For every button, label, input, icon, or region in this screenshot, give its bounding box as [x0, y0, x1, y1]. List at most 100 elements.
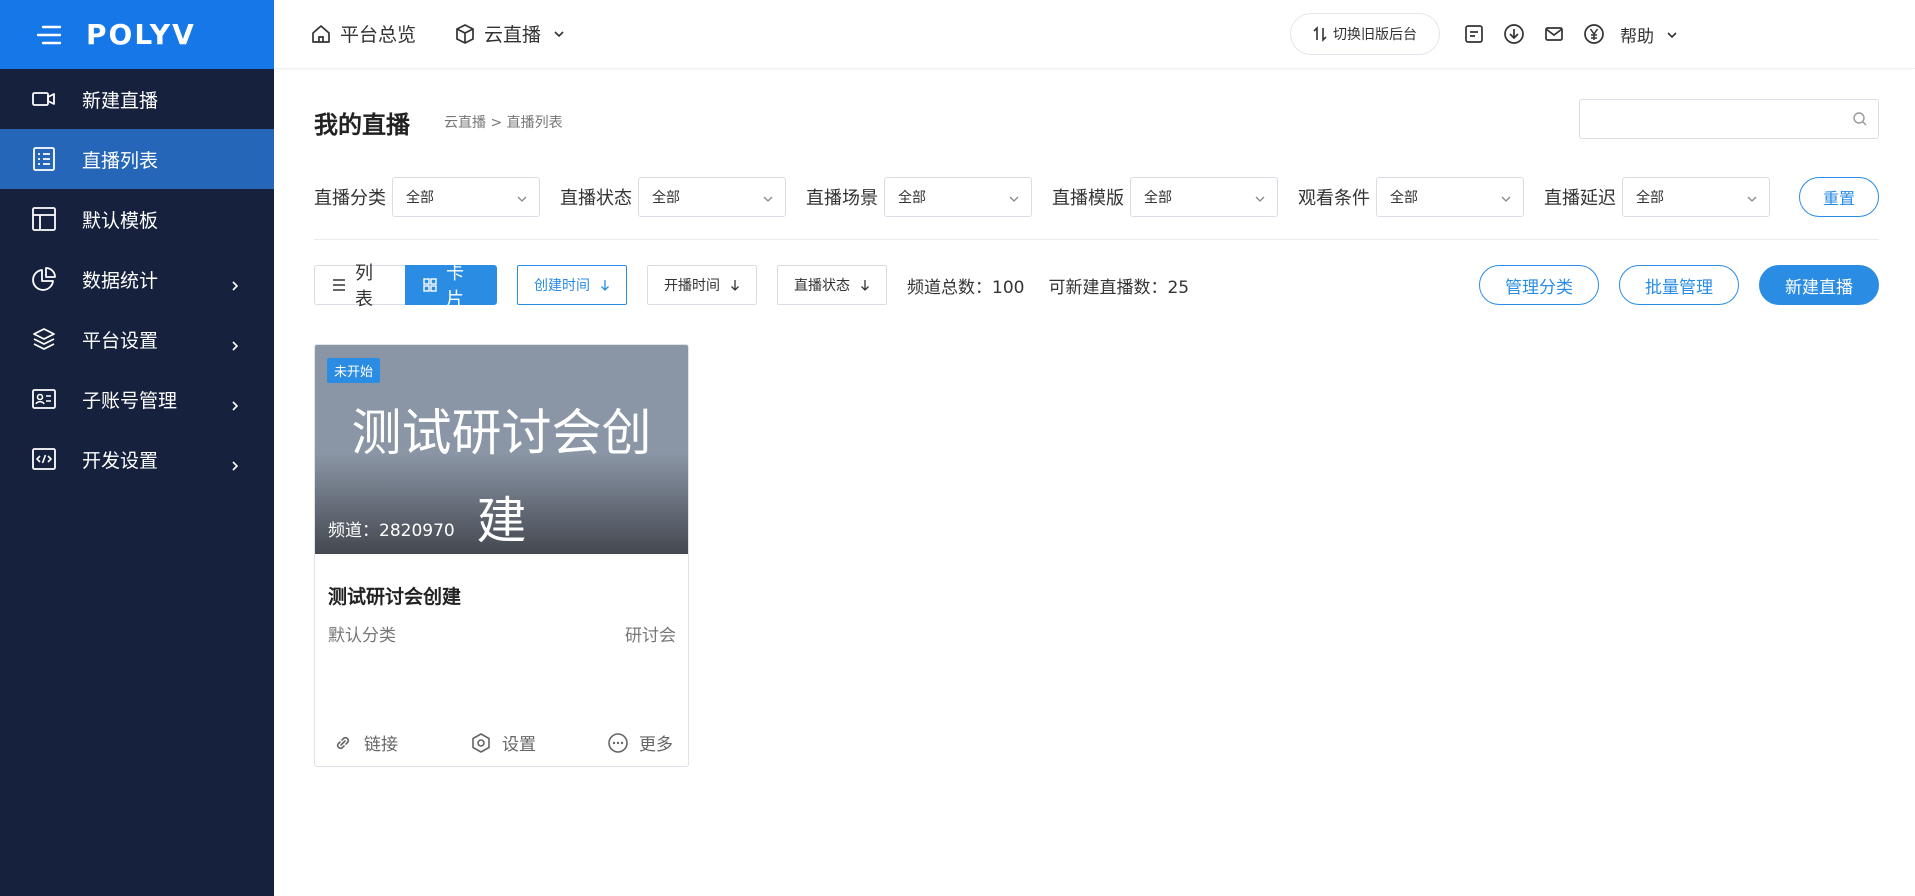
hamburger-menu-icon[interactable] — [34, 23, 64, 47]
sidebar-item-label: 子账号管理 — [82, 389, 178, 412]
template-select[interactable]: 全部 — [1130, 177, 1278, 217]
chevron-right-icon — [230, 334, 240, 351]
chevron-down-icon — [1009, 192, 1019, 202]
sidebar-item-label: 直播列表 — [82, 149, 159, 172]
home-label: 平台总览 — [340, 24, 417, 46]
filter-label: 直播分类 — [314, 188, 386, 209]
polyv-logo: POLYV — [86, 18, 196, 51]
chevron-down-icon — [1666, 29, 1678, 41]
chevron-down-icon — [517, 192, 527, 202]
top-header: 平台总览 云直播 切换旧版后台 帮助 — [274, 0, 1915, 69]
card-title[interactable]: 测试研讨会创建 — [328, 582, 461, 609]
card-link-action[interactable]: 链接 — [332, 730, 398, 755]
filter-latency: 直播延迟 全部 — [1544, 177, 1770, 217]
card-settings-action[interactable]: 设置 — [470, 730, 536, 755]
document-icon[interactable] — [1462, 22, 1486, 46]
home-link[interactable]: 平台总览 — [310, 20, 416, 47]
cloud-live-menu[interactable]: 云直播 — [454, 20, 565, 47]
action-label: 链接 — [364, 735, 398, 755]
cloud-live-label: 云直播 — [484, 24, 542, 46]
sidebar-item-label: 新建直播 — [82, 89, 159, 112]
search-input[interactable] — [1580, 100, 1840, 138]
download-icon[interactable] — [1502, 22, 1526, 46]
chevron-down-icon — [553, 28, 565, 40]
search-box — [1579, 99, 1879, 139]
filter-watch-condition: 观看条件 全部 — [1298, 177, 1524, 217]
help-menu[interactable]: 帮助 — [1620, 22, 1678, 47]
status-select[interactable]: 全部 — [638, 177, 786, 217]
grid-icon — [422, 277, 438, 293]
cube-icon — [454, 23, 476, 45]
switch-old-version-button[interactable]: 切换旧版后台 — [1290, 13, 1440, 55]
home-icon — [310, 23, 332, 45]
scene-select[interactable]: 全部 — [884, 177, 1032, 217]
switch-label: 切换旧版后台 — [1333, 27, 1417, 43]
sidebar-item-platform-settings[interactable]: 平台设置 — [0, 309, 274, 369]
card-view-label: 卡片 — [446, 263, 464, 310]
filter-row: 直播分类 全部 直播状态 全部 直播场景 全部 直播模版 全部 观看条件 全部 … — [314, 177, 1790, 217]
card-category: 默认分类 — [328, 626, 396, 646]
new-live-button[interactable]: 新建直播 — [1759, 265, 1879, 305]
list-view-label: 列表 — [355, 263, 373, 310]
select-value: 全部 — [1636, 190, 1664, 206]
card-view-button[interactable]: 卡片 — [405, 263, 497, 310]
list-view-button[interactable]: 列表 — [314, 263, 405, 310]
main-content: 我的直播 云直播 > 直播列表 直播分类 全部 直播状态 全部 直播场景 全部 — [274, 69, 1915, 896]
search-icon[interactable] — [1852, 111, 1868, 127]
arrow-down-icon — [860, 279, 870, 291]
filter-scene: 直播场景 全部 — [806, 177, 1032, 217]
card-actions: 链接 设置 更多 — [315, 730, 688, 755]
filter-label: 直播场景 — [806, 188, 878, 209]
action-label: 更多 — [639, 735, 673, 755]
batch-manage-button[interactable]: 批量管理 — [1619, 265, 1739, 305]
latency-select[interactable]: 全部 — [1622, 177, 1770, 217]
chevron-down-icon — [763, 192, 773, 202]
category-select[interactable]: 全部 — [392, 177, 540, 217]
select-value: 全部 — [1144, 190, 1172, 206]
sidebar-item-new-live[interactable]: 新建直播 — [0, 69, 274, 129]
settings-hexagon-icon — [470, 732, 492, 754]
view-toggle: 列表 卡片 — [314, 263, 497, 310]
sidebar-item-default-template[interactable]: 默认模板 — [0, 189, 274, 249]
live-card[interactable]: 未开始 测试研讨会创建 频道：2820970 测试研讨会创建 默认分类 研讨会 … — [314, 344, 689, 767]
brand-bar: POLYV — [0, 0, 274, 69]
chevron-right-icon — [230, 274, 240, 291]
sort-create-time-button[interactable]: 创建时间 — [517, 265, 627, 305]
filter-category: 直播分类 全部 — [314, 177, 540, 217]
sidebar-item-statistics[interactable]: 数据统计 — [0, 249, 274, 309]
sort-status-button[interactable]: 直播状态 — [777, 265, 887, 305]
channel-id: 频道：2820970 — [328, 521, 455, 541]
card-more-action[interactable]: 更多 — [607, 730, 673, 755]
sidebar-item-live-list[interactable]: 直播列表 — [0, 129, 274, 189]
mail-icon[interactable] — [1542, 22, 1566, 46]
sort-label: 创建时间 — [534, 278, 590, 294]
chevron-down-icon — [1255, 192, 1265, 202]
sort-start-time-button[interactable]: 开播时间 — [647, 265, 757, 305]
switch-arrows-icon — [1313, 26, 1327, 42]
filter-label: 直播状态 — [560, 188, 632, 209]
watch-condition-select[interactable]: 全部 — [1376, 177, 1524, 217]
sidebar-item-label: 平台设置 — [82, 329, 159, 352]
yuan-icon[interactable] — [1582, 22, 1606, 46]
sidebar-item-sub-accounts[interactable]: 子账号管理 — [0, 369, 274, 429]
filter-label: 观看条件 — [1298, 188, 1370, 209]
video-camera-icon — [30, 85, 58, 113]
list-icon — [30, 145, 58, 173]
sidebar: POLYV 新建直播 直播列表 默认模板 数据统计 平台设置 子账号管理 开发设… — [0, 0, 274, 896]
chevron-down-icon — [1501, 192, 1511, 202]
sidebar-item-label: 数据统计 — [82, 269, 159, 292]
chevron-down-icon — [1747, 192, 1757, 202]
sidebar-item-dev-settings[interactable]: 开发设置 — [0, 429, 274, 489]
card-cover[interactable]: 未开始 测试研讨会创建 频道：2820970 — [315, 345, 688, 554]
chevron-right-icon — [230, 394, 240, 411]
reset-button[interactable]: 重置 — [1799, 177, 1879, 217]
id-card-icon — [30, 385, 58, 413]
list-lines-icon — [331, 277, 347, 293]
arrow-down-icon — [730, 279, 740, 291]
link-icon — [332, 732, 354, 754]
layers-icon — [30, 325, 58, 353]
manage-category-button[interactable]: 管理分类 — [1479, 265, 1599, 305]
filter-label: 直播模版 — [1052, 188, 1124, 209]
sort-label: 开播时间 — [664, 278, 720, 294]
channel-total: 频道总数：100 — [907, 277, 1025, 298]
